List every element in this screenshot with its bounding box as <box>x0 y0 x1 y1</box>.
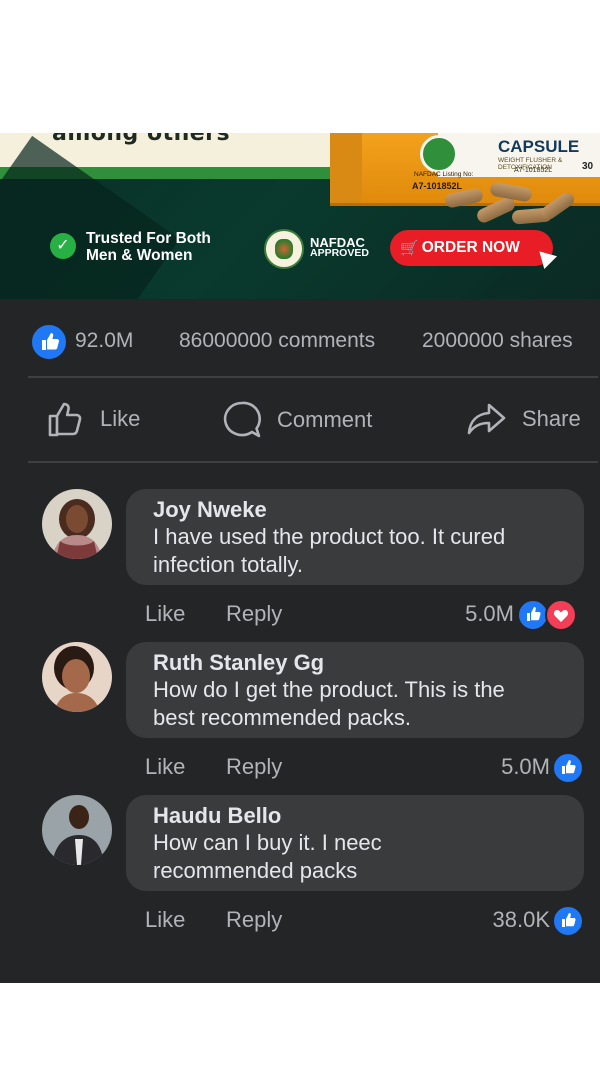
comment-bubble[interactable]: Joy Nweke I have used the product too. I… <box>126 489 584 585</box>
like-label: Like <box>100 406 141 431</box>
check-icon: ✓ <box>50 233 76 259</box>
product-listing-label: NAFDAC Listing No: <box>414 171 474 178</box>
comment-bubble[interactable]: Haudu Bello How can I buy it. I neec rec… <box>126 795 584 891</box>
trusted-line-2: Men & Women <box>86 247 193 264</box>
post-actions: Like Comment Share <box>0 391 600 449</box>
share-icon <box>467 403 506 435</box>
comment-text-line-2: infection totally. <box>153 552 304 577</box>
comment-text-line-1: How can I buy it. I neec <box>153 830 382 855</box>
comment-reaction-count[interactable]: 5.0M <box>465 601 514 627</box>
product-listing-number: A7-101852L <box>412 181 463 191</box>
order-now-label: ORDER NOW <box>421 239 520 256</box>
product-name: CAPSULE <box>498 137 580 156</box>
nafdac-line-2: APPROVED <box>310 247 369 259</box>
like-reaction-icon <box>552 752 584 784</box>
comments-count[interactable]: 86000000 comments <box>179 329 375 353</box>
product-listing-number-label: A7-101852L <box>514 167 553 174</box>
avatar[interactable] <box>42 642 112 712</box>
commenter-name[interactable]: Ruth Stanley Gg <box>153 649 584 676</box>
comment-like-button[interactable]: Like <box>145 907 185 933</box>
post-stats: 92.0M 86000000 comments 2000000 shares <box>0 323 600 361</box>
comment-text-line-1: How do I get the product. This is the <box>153 677 505 702</box>
comment-text-line-1: I have used the product too. It cured <box>153 524 506 549</box>
thumbs-up-icon <box>48 402 82 437</box>
likes-count[interactable]: 92.0M <box>75 329 133 353</box>
banner-top-text: among others <box>52 133 231 146</box>
like-button[interactable]: Like <box>46 399 140 439</box>
comment-icon <box>223 401 261 438</box>
share-button[interactable]: Share <box>466 399 581 439</box>
order-now-button[interactable]: 🛒 ORDER NOW <box>390 230 553 266</box>
comment-reaction-count[interactable]: 38.0K <box>493 907 551 933</box>
trusted-text: Trusted For Both Men & Women <box>86 230 211 264</box>
like-reaction-icon <box>552 905 584 937</box>
comment-bubble[interactable]: Ruth Stanley Gg How do I get the product… <box>126 642 584 738</box>
herbal-seal-icon <box>420 135 458 173</box>
heart-reaction-icon <box>545 599 577 631</box>
nafdac-seal-icon <box>264 229 304 269</box>
divider <box>28 461 598 463</box>
commenter-name[interactable]: Joy Nweke <box>153 496 584 523</box>
product-count: 30 <box>582 161 594 172</box>
comment-reply-button[interactable]: Reply <box>226 907 282 933</box>
comment-button[interactable]: Comment <box>221 399 372 441</box>
cart-icon: 🛒 <box>400 240 419 257</box>
comment-like-button[interactable]: Like <box>145 601 185 627</box>
divider <box>28 376 598 378</box>
avatar[interactable] <box>42 489 112 559</box>
comment-reply-button[interactable]: Reply <box>226 754 282 780</box>
trusted-line-1: Trusted For Both <box>86 230 211 247</box>
share-label: Share <box>522 406 581 431</box>
comment-text-line-2: best recommended packs. <box>153 705 412 730</box>
post-screen: among others CAPSULE WEIGHT FLUSHER & DE… <box>0 133 600 983</box>
shares-count[interactable]: 2000000 shares <box>422 329 573 353</box>
like-reaction-icon[interactable] <box>30 323 68 361</box>
ad-banner-image[interactable]: among others CAPSULE WEIGHT FLUSHER & DE… <box>0 133 600 299</box>
comment-text-line-2: recommended packs <box>153 858 358 883</box>
comment-reaction-count[interactable]: 5.0M <box>501 754 550 780</box>
product-box-side <box>330 133 362 203</box>
commenter-name[interactable]: Haudu Bello <box>153 802 584 829</box>
comment-like-button[interactable]: Like <box>145 754 185 780</box>
comment-reply-button[interactable]: Reply <box>226 601 282 627</box>
comment-label: Comment <box>277 407 373 432</box>
avatar[interactable] <box>42 795 112 865</box>
nafdac-approved-text: NAFDAC APPROVED <box>310 236 369 259</box>
